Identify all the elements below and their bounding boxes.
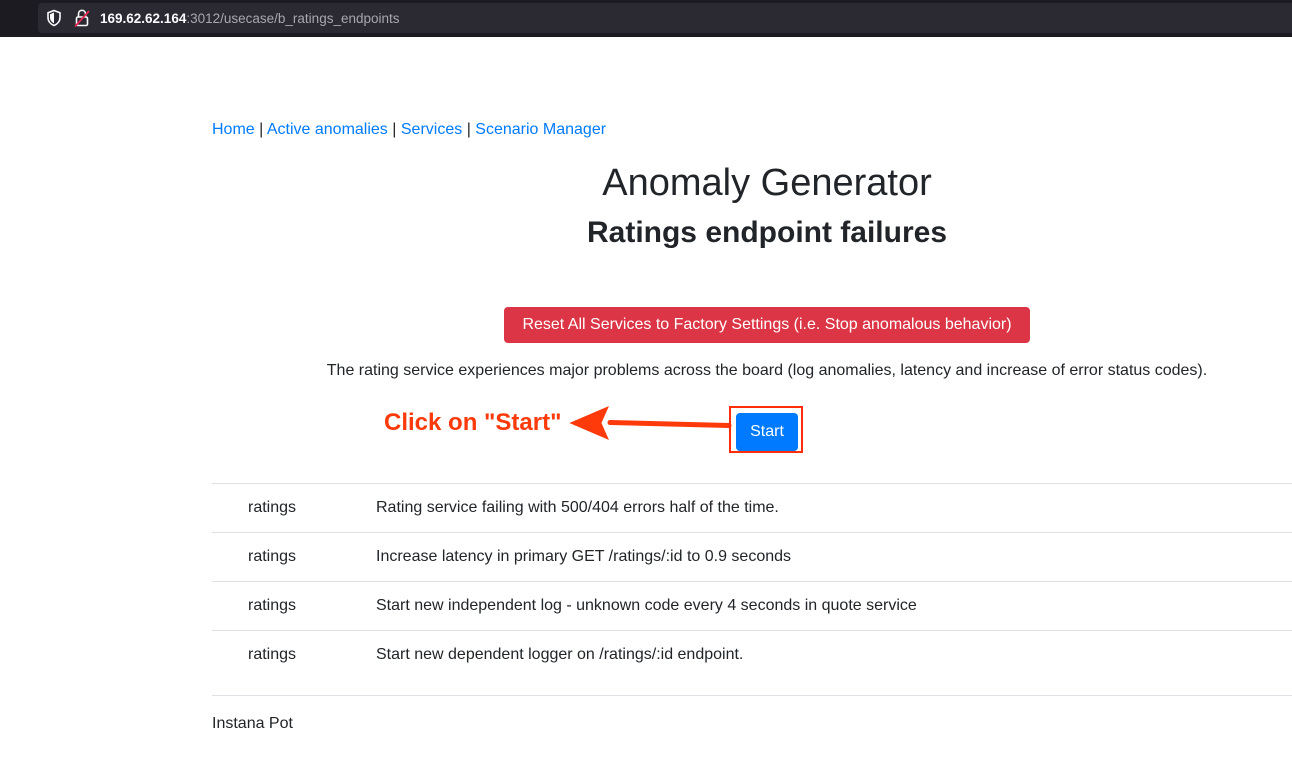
insecure-lock-icon[interactable] bbox=[74, 8, 90, 28]
footer-text: Instana Pot bbox=[212, 715, 293, 732]
nav-separator: | bbox=[259, 121, 264, 138]
table-row: ratings Start new dependent logger on /r… bbox=[212, 630, 1292, 679]
start-button[interactable]: Start bbox=[736, 413, 798, 451]
browser-toolbar: 169.62.62.164:3012/usecase/b_ratings_end… bbox=[0, 0, 1292, 37]
nav-link-active-anomalies[interactable]: Active anomalies bbox=[267, 121, 388, 138]
service-name: ratings bbox=[248, 499, 297, 516]
nav-link-scenario-manager[interactable]: Scenario Manager bbox=[475, 121, 606, 138]
table-row: ratings Start new independent log - unkn… bbox=[212, 581, 1292, 630]
page-title: Anomaly Generator bbox=[602, 162, 932, 204]
nav-separator: | bbox=[392, 121, 397, 138]
url-host: 169.62.62.164 bbox=[100, 11, 187, 26]
anomalies-table: ratings Rating service failing with 500/… bbox=[212, 483, 1292, 679]
annotation-callout: Click on "Start" bbox=[384, 409, 562, 436]
reset-all-services-button[interactable]: Reset All Services to Factory Settings (… bbox=[504, 307, 1030, 343]
top-nav: Home | Active anomalies | Services | Sce… bbox=[212, 120, 606, 140]
service-name: ratings bbox=[248, 646, 297, 663]
page-subtitle: Ratings endpoint failures bbox=[586, 216, 948, 249]
service-name: ratings bbox=[248, 548, 297, 565]
table-row: ratings Rating service failing with 500/… bbox=[212, 483, 1292, 532]
anomaly-description: Start new dependent logger on /ratings/:… bbox=[376, 646, 744, 663]
anomaly-description: Rating service failing with 500/404 erro… bbox=[376, 499, 779, 516]
nav-separator: | bbox=[466, 121, 471, 138]
shield-icon[interactable] bbox=[45, 9, 63, 27]
annotation-arrow-icon bbox=[566, 404, 732, 442]
scenario-description: The rating service experiences major pro… bbox=[326, 362, 1208, 379]
url-text[interactable]: 169.62.62.164:3012/usecase/b_ratings_end… bbox=[100, 10, 400, 27]
service-name: ratings bbox=[248, 597, 297, 614]
nav-link-services[interactable]: Services bbox=[401, 121, 462, 138]
nav-link-home[interactable]: Home bbox=[212, 121, 255, 138]
footer-divider bbox=[212, 695, 1292, 696]
anomaly-description: Increase latency in primary GET /ratings… bbox=[376, 548, 792, 565]
table-row: ratings Increase latency in primary GET … bbox=[212, 532, 1292, 581]
url-path: :3012/usecase/b_ratings_endpoints bbox=[186, 11, 400, 26]
anomaly-description: Start new independent log - unknown code… bbox=[376, 597, 917, 614]
